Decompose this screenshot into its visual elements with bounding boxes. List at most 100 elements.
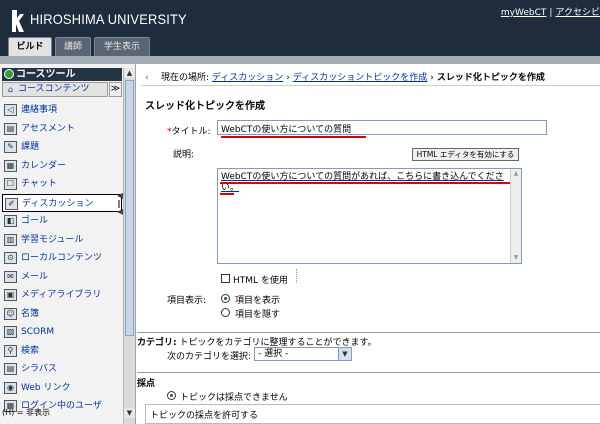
sidebar-item[interactable]: ▤ シラバス [2,360,122,378]
hidden-legend: (H) = 非表示 [2,408,51,417]
textarea-scrollbar[interactable]: ▲ ▼ [510,169,521,263]
mywebct-link[interactable]: myWebCT [501,8,547,18]
tab-build[interactable]: ビルド [8,37,52,57]
use-html-label: HTML を使用 [233,276,288,286]
search-icon: ⚲ [4,344,17,357]
app-header: HIROSHIMA UNIVERSITY myWebCT | アクセシビ ビルド 講… [0,0,600,57]
sidebar-item[interactable]: ☐ チャット [2,175,122,193]
sidebar-item[interactable]: ⚲ 検索 [2,342,122,360]
sidebar-item[interactable]: ▣ メディアライブラリ [2,286,122,304]
description-annotation-underline-1 [220,182,510,184]
sidebar-item[interactable]: ◧ ゴール [2,212,122,230]
header-divider-bar [0,56,600,64]
sidebar-item-label: ゴール [21,216,49,226]
textarea-scroll-up-icon[interactable]: ▲ [511,169,521,178]
main-content: ‹ 現在の場所: ディスカッション › ディスカッショントピックを作成 › スレッド化トピ… [137,64,600,424]
back-arrow-icon[interactable]: ‹ [145,73,155,83]
sidebar-item[interactable]: ⊙ ローカルコンテンツ [2,249,122,267]
sidebar-item[interactable]: ✐ ディスカッション [2,193,122,212]
sidebar-item-label: 連絡事項 [21,105,58,115]
home-icon: ⌂ [7,85,14,94]
breadcrumb-current: スレッド化トピックを作成 [436,73,545,83]
show-item-radio[interactable] [221,294,230,303]
sidebar-item-label: 検索 [21,345,40,356]
tab-instructor[interactable]: 講師 [55,37,91,56]
sidebar-item[interactable]: ▥ 学習モジュール [2,231,122,249]
sidebar-item-label: シラバス [21,364,57,374]
sidebar-item[interactable]: ▦ カレンダー [2,157,122,175]
sidebar-item-label: Web リンク [21,382,71,393]
sidebar-item-label: アセスメント [21,123,75,134]
assignment-icon: ✎ [4,141,17,153]
sidebar-item-label: 名簿 [21,308,40,319]
chevron-down-icon[interactable]: ▼ [338,348,351,360]
category-select-value: - 選択 - [258,349,289,359]
not-gradable-radio[interactable] [167,391,176,400]
course-tools-sidebar: コースツール ⌂ コースコンテンツ ≫ ◁ 連絡事項 ▤ アセスメント ✎ 課題 ▦ カレンダ… [0,64,136,424]
scrollbar-thumb[interactable] [125,80,134,336]
display-label: 項目表示: [167,296,207,306]
sidebar-item[interactable]: ◁ 連絡事項 [2,101,122,119]
breadcrumb: ‹ 現在の場所: ディスカッション › ディスカッショントピックを作成 › スレッド化トピ… [145,70,545,83]
sidebar-item-label: カレンダー [21,160,67,171]
breadcrumb-arrow-icon: › [430,73,434,83]
sidebar-item[interactable]: ✉ メール [2,268,122,286]
sidebar-item-label: 課題 [21,142,40,152]
title-input-value: WebCTの使い方についての質問 [221,125,352,135]
tab-student-view[interactable]: 学生表示 [94,37,150,56]
sidebar-item[interactable]: ✎ 課題 [2,138,122,156]
hide-item-radio[interactable] [221,308,230,317]
show-item-label: 項目を表示 [235,296,281,306]
scroll-down-arrow-icon[interactable]: ▼ [124,408,135,418]
sidebar-item[interactable]: ▤ アセスメント [2,120,122,138]
breadcrumb-link-discussion[interactable]: ディスカッション [212,73,283,83]
mail-icon: ✉ [4,270,17,283]
category-select-label: 次のカテゴリを選択: [167,352,252,362]
scroll-up-arrow-icon[interactable]: ▲ [124,68,135,78]
sidebar-item[interactable]: ▧ SCORM [2,323,122,341]
description-label: 説明: [173,150,195,160]
megaphone-icon: ◁ [4,104,17,116]
category-divider [137,332,600,333]
textarea-scroll-down-icon[interactable]: ▼ [511,253,521,262]
enable-html-editor-button[interactable]: HTML エディタを有効にする [412,148,519,161]
sidebar-item-label: メディアライブラリ [21,290,102,300]
dotted-separator [296,269,297,283]
assessment-icon: ▤ [4,122,17,135]
local-content-icon: ⊙ [4,252,17,264]
grading-heading: 採点 [137,379,156,389]
calendar-icon: ▦ [4,159,17,172]
sidebar-item-label: 学習モジュール [21,234,84,245]
allow-grading-label: トピックの採点を許可する [150,411,259,421]
use-html-checkbox[interactable] [221,274,230,283]
breadcrumb-divider [141,85,600,86]
course-tools-icon [4,69,14,79]
allow-grading-option[interactable]: トピックの採点を許可する [145,404,600,424]
page-title: スレッド化トピックを作成 [145,101,265,112]
sidebar-item-label: チャット [21,179,57,189]
title-label-text: タイトル: [171,127,211,137]
breadcrumb-arrow-icon: › [286,73,290,83]
university-logo-icon [12,10,24,32]
sidebar-scrollbar[interactable]: ▲ ▼ [123,68,135,424]
goal-icon: ◧ [4,215,17,227]
sidebar-item-label: ローカルコンテンツ [21,253,102,263]
link-separator: | [549,8,553,18]
title-input[interactable]: WebCTの使い方についての質問 [217,120,547,135]
sidebar-item-label: ディスカッション [22,198,94,209]
not-gradable-label: トピックは採点できません [180,393,288,403]
sidebar-item[interactable]: ☺ 名簿 [2,305,122,323]
sidebar-item[interactable]: ◉ Web リンク [2,379,122,397]
breadcrumb-prefix: 現在の場所: [161,73,210,83]
roster-icon: ☺ [4,307,17,320]
collapse-menu-button[interactable]: ≫ [109,82,122,97]
category-select[interactable]: - 選択 - ▼ [254,347,352,361]
accessibility-link[interactable]: アクセシビ [555,8,600,18]
discussion-icon: ✐ [5,197,18,210]
sidebar-item-course-content[interactable]: ⌂ コースコンテンツ [2,82,108,97]
course-tools-label: コースツール [16,69,76,80]
title-annotation-underline [221,136,366,138]
grading-divider [137,372,600,373]
sidebar-item-label: コースコンテンツ [18,84,90,94]
breadcrumb-link-create-topic[interactable]: ディスカッショントピックを作成 [293,73,427,83]
